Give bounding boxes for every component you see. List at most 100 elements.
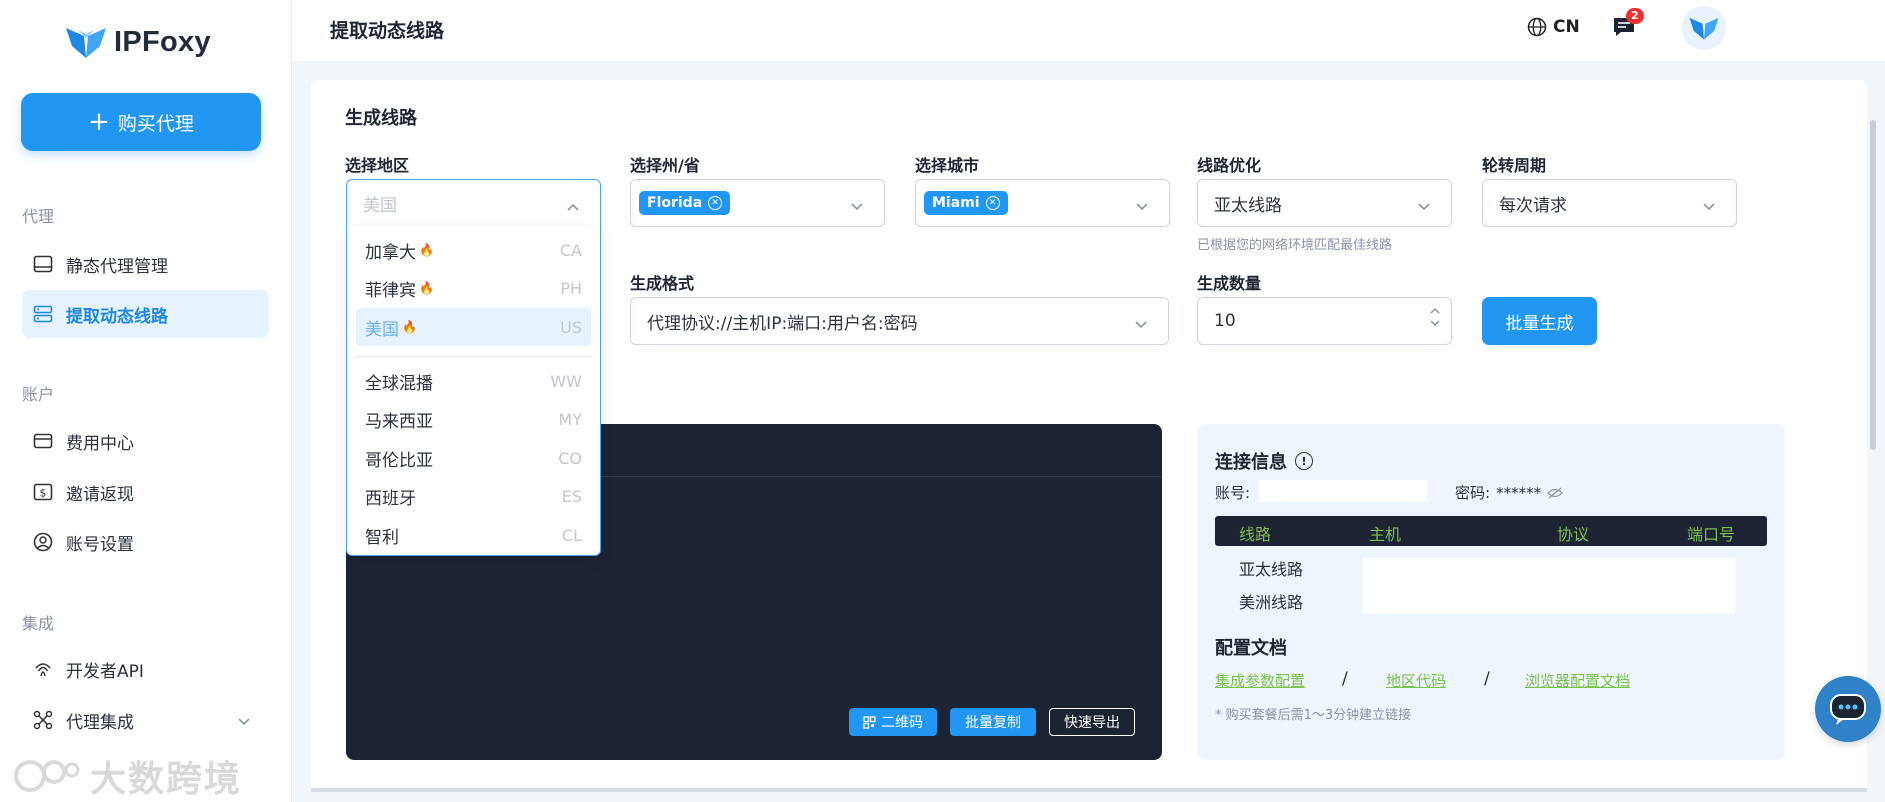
column-route: 线路 [1239, 525, 1272, 544]
sidebar-item-label: 代理集成 [66, 712, 134, 733]
chevron-down-icon [237, 712, 251, 732]
buy-proxy-button[interactable]: + 购买代理 [21, 93, 261, 151]
page-title: 提取动态线路 [330, 20, 445, 42]
support-chat-button[interactable] [1815, 676, 1881, 742]
connection-title-text: 连接信息 [1215, 452, 1287, 473]
state-tag[interactable]: Florida ✕ [639, 191, 731, 215]
sidebar-item-account-settings[interactable]: 账号设置 [22, 518, 269, 566]
password-row: 密码: ****** [1455, 482, 1563, 503]
sidebar-item-proxy-integration[interactable]: 代理集成 [22, 696, 269, 744]
sidebar-item-developer-api[interactable]: 开发者API [22, 645, 269, 693]
watermark-logo-icon [14, 760, 80, 792]
region-option-cl[interactable]: 智利 CL [356, 516, 591, 554]
route-optimization-label: 线路优化 [1197, 156, 1262, 175]
route-optimization-select[interactable]: 亚太线路 [1197, 179, 1452, 227]
info-icon[interactable]: ! [1295, 452, 1313, 470]
sidebar-item-static-proxy[interactable]: 静态代理管理 [22, 240, 269, 288]
language-switcher[interactable]: CN [1527, 17, 1580, 37]
batch-generate-button[interactable]: 批量生成 [1482, 297, 1597, 345]
quick-export-button[interactable]: 快速导出 [1049, 708, 1135, 736]
message-count-badge: 2 [1626, 8, 1644, 24]
sidebar-item-label: 费用中心 [66, 433, 134, 454]
region-option-code: CA [559, 240, 582, 260]
rotation-value: 每次请求 [1499, 195, 1567, 216]
region-dropdown: 加拿大 🔥 CA 菲律宾 🔥 PH 美国 🔥 US 全球混播 WW 马来西亚 M… [346, 226, 601, 556]
route-americas: 美洲线路 [1239, 593, 1304, 612]
region-option-name: 西班牙 [365, 488, 416, 509]
user-icon [32, 531, 54, 553]
city-select[interactable]: Miami ✕ [915, 179, 1170, 227]
region-option-es[interactable]: 西班牙 ES [356, 477, 591, 515]
chevron-down-icon [1134, 315, 1148, 335]
region-option-ww[interactable]: 全球混播 WW [356, 362, 591, 400]
qr-code-label: 二维码 [881, 715, 923, 731]
region-option-ph[interactable]: 菲律宾 🔥 PH [356, 269, 591, 307]
dropdown-divider [356, 356, 591, 357]
region-option-code: MY [558, 409, 582, 429]
watermark: 大数跨境 [12, 750, 242, 802]
batch-copy-button[interactable]: 批量复制 [950, 708, 1036, 736]
region-option-ca[interactable]: 加拿大 🔥 CA [356, 231, 591, 269]
region-option-co[interactable]: 哥伦比亚 CO [356, 439, 591, 477]
top-header: 提取动态线路 CN 2 [292, 0, 1885, 62]
tag-close-icon[interactable]: ✕ [985, 196, 1000, 210]
region-option-name: 全球混播 [365, 373, 433, 394]
fox-avatar-icon [1689, 17, 1719, 40]
link-browser-docs[interactable]: 浏览器配置文档 [1525, 670, 1630, 691]
region-option-name: 菲律宾 [365, 280, 416, 301]
sidebar-item-billing[interactable]: 费用中心 [22, 417, 269, 465]
rotation-select[interactable]: 每次请求 [1482, 179, 1737, 227]
region-option-name: 加拿大 [365, 242, 416, 263]
link-integration-params[interactable]: 集成参数配置 [1215, 670, 1305, 691]
sidebar-item-referral[interactable]: $ 邀请返现 [22, 468, 269, 516]
region-select[interactable]: 美国 [346, 179, 601, 227]
region-option-code: US [560, 317, 582, 337]
region-placeholder: 美国 [363, 195, 397, 216]
scrollbar-thumb[interactable] [1870, 120, 1876, 450]
region-option-us[interactable]: 美国 🔥 US [356, 308, 591, 346]
city-label: 选择城市 [915, 156, 980, 175]
format-select[interactable]: 代理协议://主机IP:端口:用户名:密码 [630, 297, 1169, 345]
region-option-code: ES [561, 486, 582, 506]
logo-text: IPFoxy [114, 25, 211, 58]
route-asia-pacific: 亚太线路 [1239, 560, 1304, 579]
fire-icon: 🔥 [419, 281, 434, 295]
route-hint: 已根据您的网络环境匹配最佳线路 [1197, 238, 1393, 253]
region-option-code: CL [561, 525, 582, 545]
dollar-icon: $ [32, 481, 54, 503]
region-option-code: WW [550, 371, 582, 391]
count-value: 10 [1214, 311, 1236, 331]
arrow-down-icon[interactable] [1429, 319, 1441, 327]
watermark-text: 大数跨境 [90, 759, 243, 800]
region-option-my[interactable]: 马来西亚 MY [356, 400, 591, 438]
fire-icon: 🔥 [402, 320, 417, 334]
messages-button[interactable]: 2 [1612, 8, 1644, 42]
state-select[interactable]: Florida ✕ [630, 179, 885, 227]
docs-title: 配置文档 [1215, 638, 1287, 659]
region-option-name: 哥伦比亚 [365, 450, 433, 471]
route-table-header: 线路 主机 协议 端口号 [1215, 516, 1767, 546]
arrow-up-icon[interactable] [1429, 307, 1441, 315]
region-option-code: CO [558, 448, 582, 468]
globe-icon [1527, 17, 1547, 37]
link-separator: / [1342, 669, 1348, 689]
connection-panel: 连接信息 ! 账号: 密码: ****** 线路 主机 协议 端口号 亚太线路 … [1197, 424, 1785, 760]
avatar[interactable] [1682, 6, 1726, 50]
password-label: 密码: [1455, 484, 1491, 502]
count-label: 生成数量 [1197, 274, 1262, 293]
city-tag[interactable]: Miami ✕ [924, 191, 1008, 215]
count-stepper[interactable]: 10 [1197, 297, 1452, 345]
qr-code-button[interactable]: 二维码 [849, 708, 937, 736]
monitor-icon [32, 253, 54, 275]
fox-logo-icon [66, 28, 106, 58]
stepper-arrows[interactable] [1429, 307, 1441, 327]
link-region-codes[interactable]: 地区代码 [1386, 670, 1446, 691]
logo[interactable]: IPFoxy [64, 24, 211, 60]
chatbot-icon [1830, 694, 1866, 725]
eye-off-icon[interactable] [1547, 487, 1563, 499]
tag-close-icon[interactable]: ✕ [708, 196, 723, 210]
rotation-label: 轮转周期 [1482, 156, 1547, 175]
sidebar-item-dynamic-routes[interactable]: 提取动态线路 [22, 290, 269, 338]
column-port: 端口号 [1687, 525, 1736, 544]
link-separator: / [1484, 669, 1490, 689]
